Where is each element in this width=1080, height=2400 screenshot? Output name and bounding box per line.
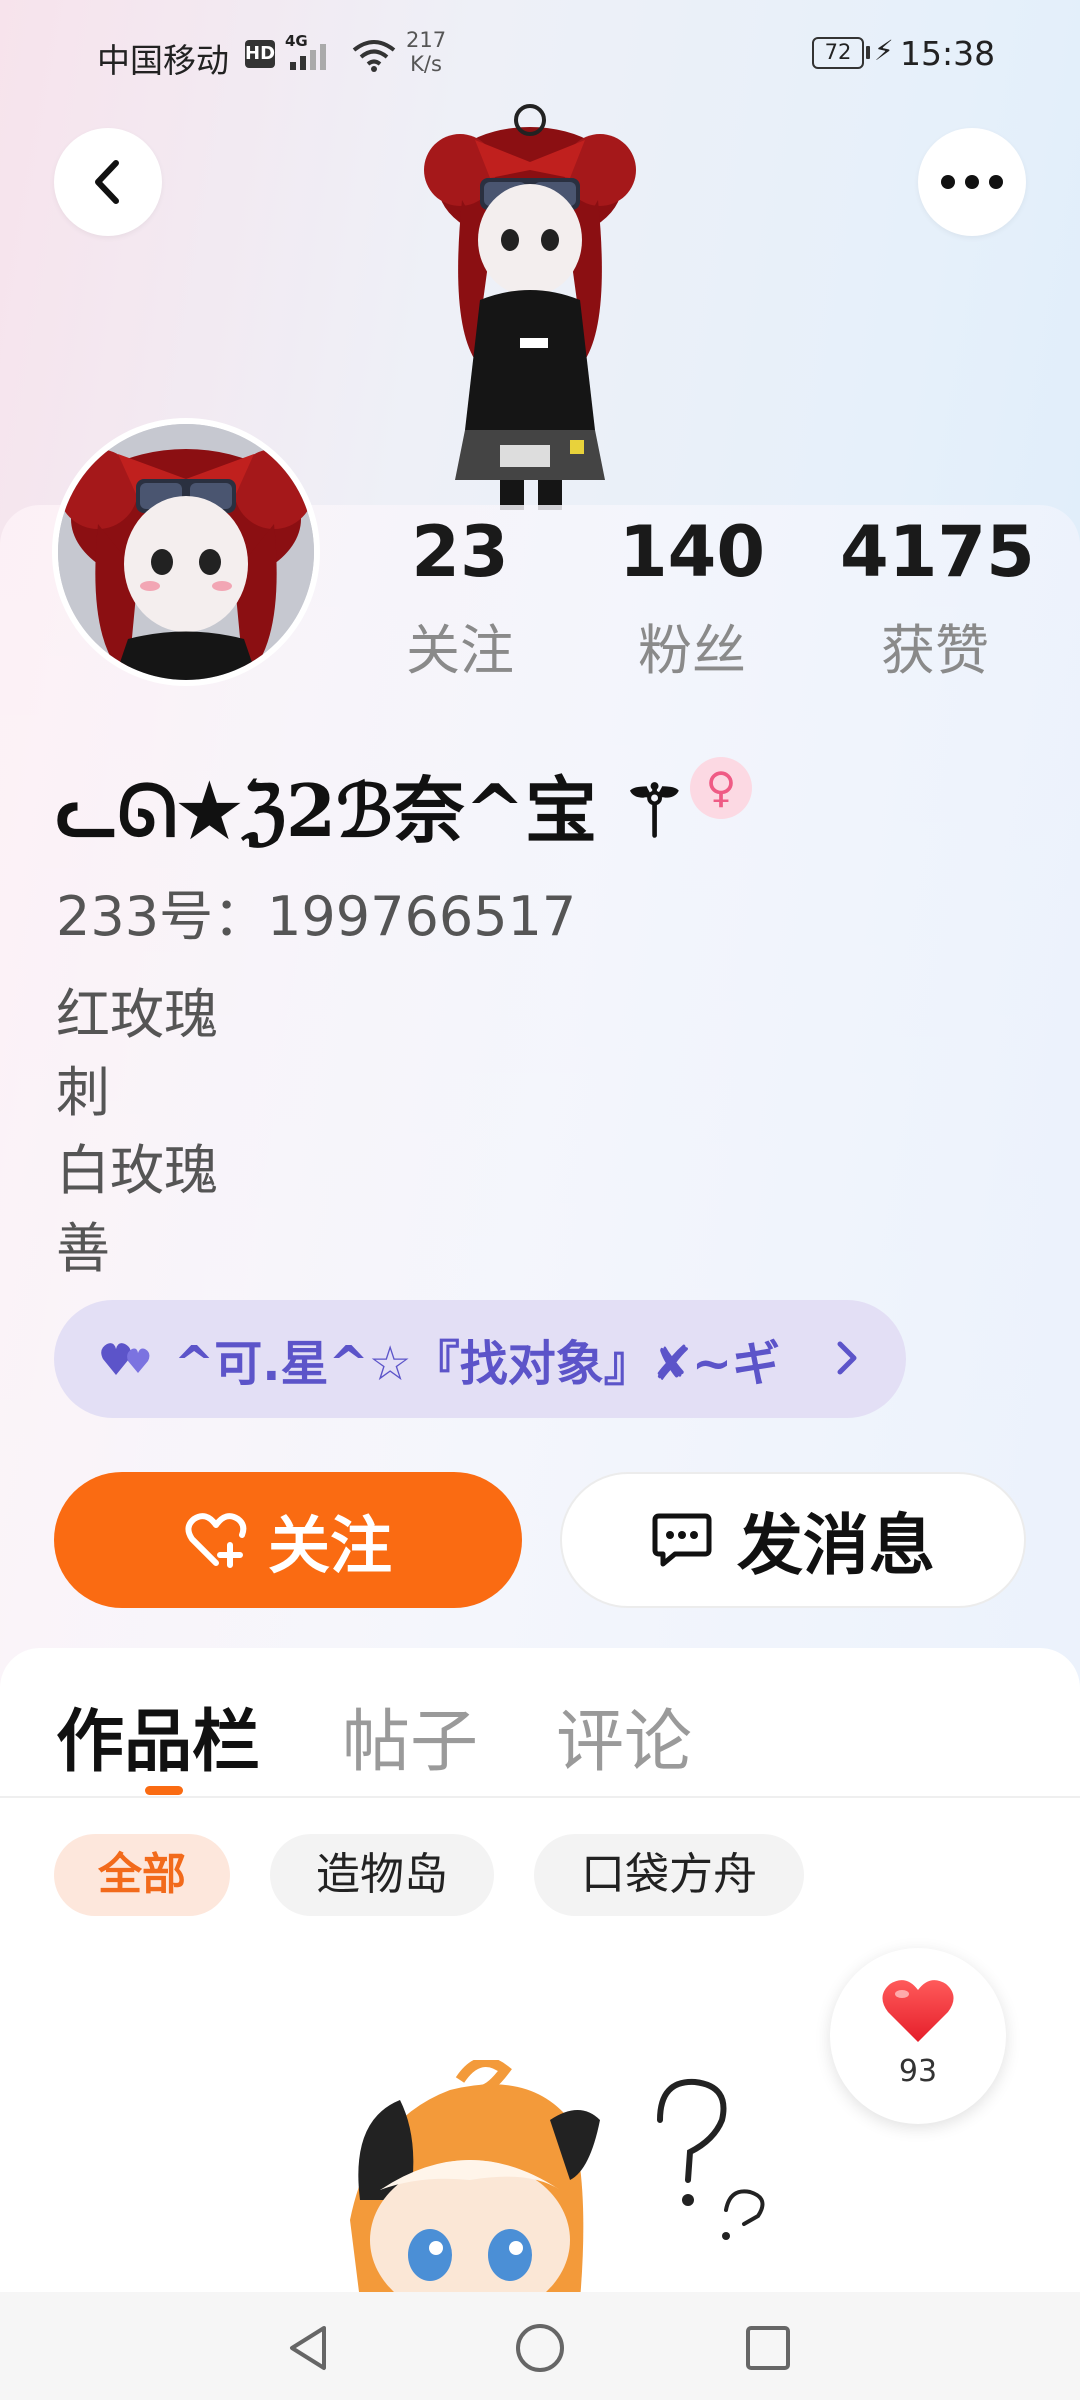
avatar-image — [58, 424, 314, 680]
follow-label: 关注 — [267, 1509, 392, 1582]
character-figure — [424, 104, 636, 510]
battery-tip — [866, 46, 870, 59]
chevron-right-icon — [837, 1341, 857, 1375]
carrier-name: 中国移动 — [97, 41, 229, 80]
stat-label: 关注 — [406, 619, 514, 682]
stat-label: 获赞 — [881, 619, 989, 682]
system-nav-bar — [0, 2292, 1080, 2400]
filter-all[interactable]: 全部 — [54, 1834, 230, 1916]
avatar[interactable] — [52, 418, 320, 686]
stat-value: 140 — [618, 511, 766, 593]
filter-creation-island[interactable]: 造物岛 — [270, 1834, 494, 1916]
battery-icon: 72 — [812, 37, 864, 69]
user-id[interactable]: 233号：199766517 — [56, 872, 576, 951]
heart-plus-icon — [185, 1513, 247, 1568]
nav-recents-icon[interactable] — [744, 2324, 792, 2372]
tab-comments[interactable]: 评论 — [556, 1686, 692, 1785]
hd-badge: HD — [245, 40, 275, 68]
wifi-icon — [352, 40, 396, 72]
bio-line: 刺 — [56, 1061, 110, 1124]
like-float-button[interactable]: 93 — [830, 1948, 1006, 2124]
chevron-left-icon — [95, 160, 119, 204]
network-speed: 217 K/s — [406, 28, 446, 76]
tab-works[interactable]: 作品栏 — [56, 1686, 260, 1785]
filter-pocket-ark[interactable]: 口袋方舟 — [534, 1834, 804, 1916]
stat-followers[interactable]: 140 粉丝 — [614, 512, 770, 685]
username: ᓚᘏ★ℨ2ℬ奈^宝 ⚚ — [56, 768, 687, 853]
group-chip[interactable]: ^可.星^☆『找对象』✘~ギ — [54, 1300, 906, 1418]
heart-icon — [882, 1980, 954, 2042]
message-label: 发消息 — [737, 1507, 935, 1584]
follow-button[interactable]: 关注 — [54, 1472, 522, 1608]
gender-female-icon: ♀ — [690, 757, 752, 819]
tabs-divider — [0, 1796, 1080, 1798]
stat-value: 4175 — [840, 511, 1035, 593]
bio-line: 善 — [56, 1217, 110, 1280]
clock: 15:38 — [900, 34, 996, 73]
speed-unit: K/s — [410, 52, 442, 76]
nav-home-icon[interactable] — [514, 2322, 566, 2374]
bio-line: 红玫瑰 — [56, 983, 218, 1046]
stat-likes[interactable]: 4175 获赞 — [840, 511, 1035, 685]
empty-state-mascot — [350, 2060, 765, 2300]
hearts-icon — [101, 1343, 150, 1375]
status-bar: 中国移动 HD 4G 217 K/s 72 ⚡ 15:38 — [0, 0, 1080, 110]
message-button[interactable]: 发消息 — [560, 1472, 1026, 1608]
like-count: 93 — [898, 2054, 938, 2089]
more-dots-icon — [941, 175, 1003, 189]
speed-value: 217 — [406, 28, 447, 52]
nav-back-icon[interactable] — [284, 2322, 332, 2374]
back-button[interactable] — [54, 128, 162, 236]
stat-value: 23 — [411, 511, 509, 593]
stat-following[interactable]: 23 关注 — [392, 512, 528, 685]
stat-label: 粉丝 — [638, 619, 746, 682]
chat-bubble-icon — [652, 1513, 712, 1567]
more-button[interactable] — [918, 128, 1026, 236]
group-name: ^可.星^☆『找对象』✘~ギ — [174, 1336, 781, 1392]
charging-icon: ⚡ — [874, 34, 894, 67]
tab-indicator — [145, 1786, 183, 1795]
bio-line: 白玫瑰 — [56, 1139, 218, 1202]
signal-icon — [290, 44, 326, 70]
tab-posts[interactable]: 帖子 — [342, 1686, 478, 1785]
